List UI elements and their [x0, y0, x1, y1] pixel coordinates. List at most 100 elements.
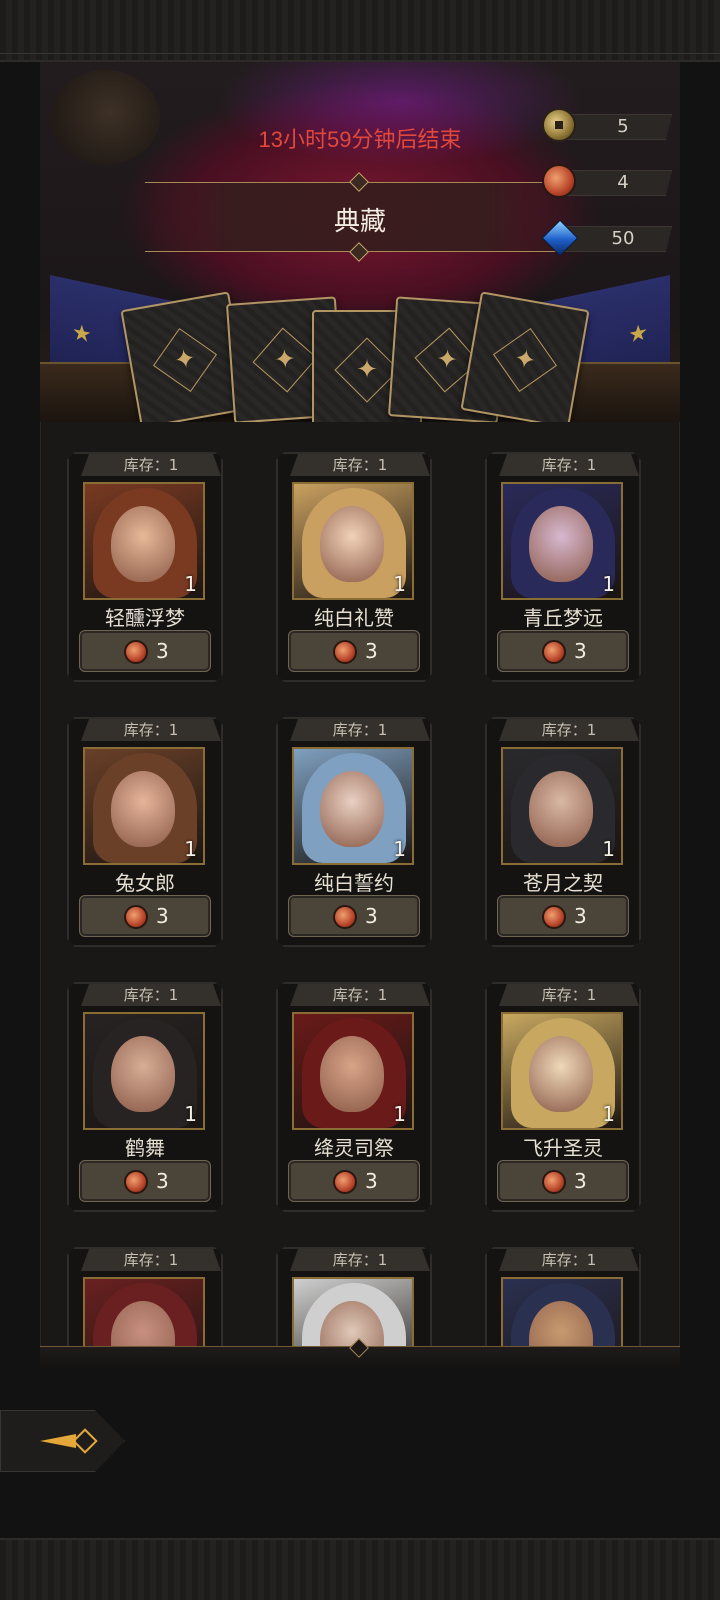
gold-coin-icon — [542, 108, 576, 142]
item-name: 纯白礼赞 — [314, 606, 394, 630]
item-quantity: 1 — [393, 572, 406, 596]
event-timer: 13小时59分钟后结束 — [258, 127, 462, 152]
blue-gem-icon — [542, 220, 576, 254]
item-price: 3 — [574, 639, 587, 663]
stock-label: 库存：1 — [499, 984, 639, 1006]
item-quantity: 1 — [184, 572, 197, 596]
buy-button[interactable]: 3 — [79, 630, 211, 672]
shop-item[interactable]: 库存：1 1 纯白礼赞 3 — [276, 452, 432, 682]
shop-item[interactable]: 库存：1 — [67, 1247, 223, 1362]
item-price: 3 — [365, 904, 378, 928]
shop-item-list[interactable]: 库存：1 1 轻醺浮梦 3 库存：1 1 纯白礼赞 3 库存：1 1 青丘梦远 … — [40, 422, 680, 1362]
portrait-face — [111, 506, 175, 582]
buy-button[interactable]: 3 — [497, 1160, 629, 1202]
item-quantity: 1 — [602, 837, 615, 861]
currency-value: 50 — [611, 228, 635, 249]
stock-label: 库存：1 — [290, 1249, 430, 1271]
stock-label: 库存：1 — [290, 719, 430, 741]
stock-label: 库存：1 — [499, 454, 639, 476]
buy-button[interactable]: 3 — [497, 895, 629, 937]
copper-token-icon — [542, 640, 566, 664]
item-quantity: 1 — [393, 837, 406, 861]
portrait-face — [320, 1036, 384, 1112]
shop-item[interactable]: 库存：1 1 鹤舞 3 — [67, 982, 223, 1212]
top-frame — [0, 0, 720, 62]
copper-token-icon — [124, 905, 148, 929]
buy-button[interactable]: 3 — [288, 630, 420, 672]
title-bar: 典藏 — [145, 172, 575, 262]
item-quantity: 1 — [602, 1102, 615, 1126]
page-title: 典藏 — [333, 206, 386, 236]
character-portrait: 1 — [501, 1012, 623, 1130]
item-quantity: 1 — [393, 1102, 406, 1126]
item-quantity: 1 — [184, 1102, 197, 1126]
shop-item[interactable]: 库存：1 1 轻醺浮梦 3 — [67, 452, 223, 682]
item-name: 鹤舞 — [125, 1136, 165, 1160]
item-name: 苍月之契 — [523, 871, 603, 895]
item-price: 3 — [156, 1169, 169, 1193]
portrait-face — [320, 771, 384, 847]
currency-token[interactable]: 4 — [542, 164, 672, 198]
portrait-face — [529, 771, 593, 847]
currency-gem[interactable]: 50 — [542, 224, 672, 252]
stock-label: 库存：1 — [81, 984, 221, 1006]
character-portrait: 1 — [83, 482, 205, 600]
stock-label: 库存：1 — [81, 1249, 221, 1271]
shop-item[interactable]: 库存：1 1 苍月之契 3 — [485, 717, 641, 947]
character-portrait: 1 — [501, 482, 623, 600]
item-price: 3 — [365, 639, 378, 663]
buy-button[interactable]: 3 — [79, 1160, 211, 1202]
copper-token-icon — [124, 1170, 148, 1194]
item-price: 3 — [574, 1169, 587, 1193]
stock-label: 库存：1 — [290, 984, 430, 1006]
arrow-diamond — [72, 1428, 98, 1454]
buy-button[interactable]: 3 — [288, 895, 420, 937]
stock-label: 库存：1 — [81, 454, 221, 476]
copper-token-icon — [542, 164, 576, 198]
stock-label: 库存：1 — [290, 454, 430, 476]
item-name: 轻醺浮梦 — [105, 606, 185, 630]
item-price: 3 — [365, 1169, 378, 1193]
item-name: 兔女郎 — [115, 871, 175, 895]
item-price: 3 — [156, 904, 169, 928]
back-arrow-icon[interactable] — [40, 1428, 100, 1454]
panel-bottom-border — [40, 1346, 680, 1368]
tarot-card-spread — [120, 291, 590, 430]
copper-token-icon — [333, 640, 357, 664]
copper-token-icon — [124, 640, 148, 664]
shop-item[interactable]: 库存：1 1 纯白誓约 3 — [276, 717, 432, 947]
bottom-frame — [0, 1538, 720, 1600]
star-icon: ★ — [72, 319, 92, 349]
copper-token-icon — [333, 905, 357, 929]
buy-button[interactable]: 3 — [288, 1160, 420, 1202]
portrait-face — [529, 506, 593, 582]
shop-item[interactable]: 库存：1 1 飞升圣灵 3 — [485, 982, 641, 1212]
character-portrait: 1 — [292, 1012, 414, 1130]
shop-item[interactable]: 库存：1 1 绛灵司祭 3 — [276, 982, 432, 1212]
star-icon: ★ — [628, 319, 648, 349]
buy-button[interactable]: 3 — [497, 630, 629, 672]
compass-star-icon — [252, 327, 318, 393]
character-portrait: 1 — [292, 482, 414, 600]
character-portrait: 1 — [501, 747, 623, 865]
currency-coin[interactable]: 5 — [542, 108, 672, 142]
currency-value: 5 — [617, 116, 629, 137]
compass-star-icon — [152, 327, 218, 393]
item-price: 3 — [574, 904, 587, 928]
compass-star-icon — [492, 327, 558, 393]
item-name: 青丘梦远 — [523, 606, 603, 630]
character-portrait: 1 — [292, 747, 414, 865]
item-quantity: 1 — [602, 572, 615, 596]
arrow-head — [40, 1434, 76, 1448]
shop-item[interactable]: 库存：1 1 青丘梦远 3 — [485, 452, 641, 682]
character-portrait: 1 — [83, 747, 205, 865]
portrait-face — [320, 506, 384, 582]
shop-item[interactable]: 库存：1 1 兔女郎 3 — [67, 717, 223, 947]
item-quantity: 1 — [184, 837, 197, 861]
currency-value: 4 — [617, 172, 629, 193]
shop-item[interactable]: 库存：1 — [485, 1247, 641, 1362]
copper-token-icon — [333, 1170, 357, 1194]
character-portrait: 1 — [83, 1012, 205, 1130]
buy-button[interactable]: 3 — [79, 895, 211, 937]
item-name: 飞升圣灵 — [523, 1136, 603, 1160]
